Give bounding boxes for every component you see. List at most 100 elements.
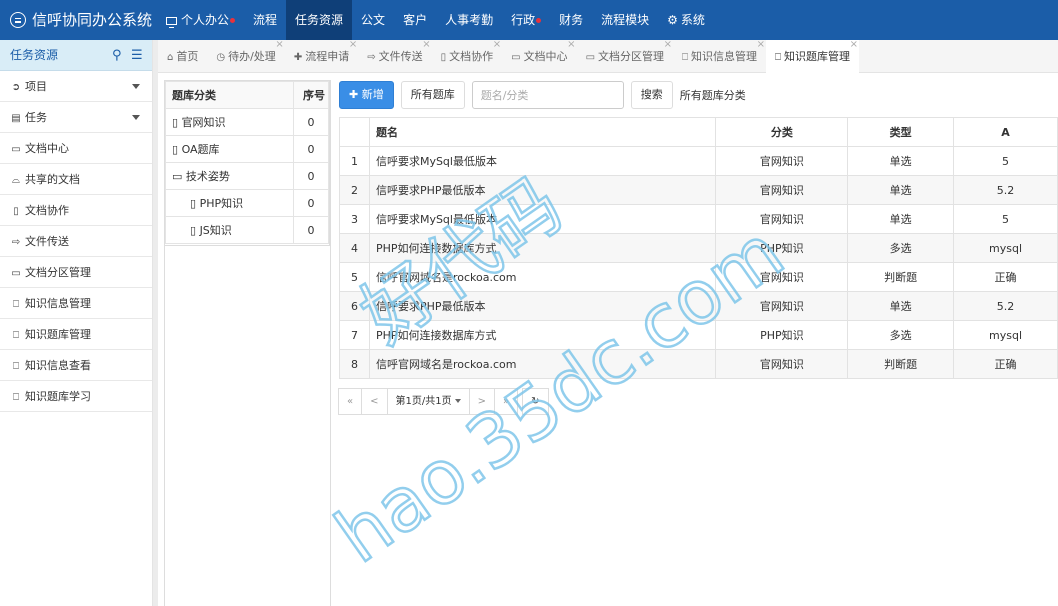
folder-icon: ▭: [11, 144, 21, 155]
sidebar-title: 任务资源: [10, 48, 59, 62]
category-left-border: [164, 246, 165, 606]
nav-item-label: 人事考勤: [445, 13, 494, 27]
all-banks-button[interactable]: 所有题库: [400, 81, 465, 109]
pager-first-button[interactable]: «: [338, 388, 363, 415]
table-row[interactable]: 2 信呼要求PHP最低版本 官网知识 单选 5.2: [339, 175, 1058, 205]
close-icon[interactable]: ×: [493, 28, 501, 61]
close-icon[interactable]: ×: [757, 28, 765, 61]
category-num: 0: [293, 189, 329, 217]
search-button[interactable]: 搜索: [630, 81, 673, 109]
close-icon[interactable]: ×: [349, 28, 357, 61]
close-icon[interactable]: ×: [422, 28, 430, 61]
close-icon[interactable]: ×: [850, 28, 858, 61]
tab-4[interactable]: ▯ 文档协作 ×: [432, 39, 503, 73]
grid-cell: PHP如何连接数据库方式: [368, 320, 717, 350]
close-icon[interactable]: ×: [664, 28, 672, 61]
sidebar-scrollbar[interactable]: [153, 40, 158, 606]
grid-cell: 正确: [953, 349, 1058, 379]
folder-icon: ▭: [511, 52, 521, 63]
table-row[interactable]: 3 信呼要求MySql最低版本 官网知识 单选 5: [339, 204, 1058, 234]
nav-item-6[interactable]: 行政: [502, 0, 550, 40]
pager-prev-button[interactable]: <: [361, 388, 388, 415]
app-brand[interactable]: 信呼协同办公系统: [10, 0, 152, 40]
nav-item-0[interactable]: 个人办公: [157, 0, 244, 40]
table-row[interactable]: 4 PHP如何连接数据库方式 PHP知识 多选 mysql: [339, 233, 1058, 263]
sidebar-item-7[interactable]: ⎕ 知识信息管理: [0, 288, 152, 319]
sidebar-item-1[interactable]: ▤ 任务: [0, 102, 152, 133]
tab-2[interactable]: ✚ 流程申请 ×: [285, 39, 358, 73]
caret-down-icon: [132, 84, 140, 89]
grid-cell: 单选: [847, 204, 955, 234]
tab-label: 流程申请: [305, 50, 350, 63]
nav-item-8[interactable]: 流程模块: [592, 0, 658, 40]
table-row[interactable]: 1 信呼要求MySql最低版本 官网知识 单选 5: [339, 146, 1058, 176]
grid-header-4: A: [953, 117, 1058, 147]
nav-item-3[interactable]: 公文: [352, 0, 394, 40]
tab-label: 文档中心: [523, 50, 568, 63]
tab-label: 待办/处理: [228, 50, 276, 63]
menu-icon[interactable]: ☰: [131, 40, 143, 71]
grid-cell: 1: [339, 146, 370, 176]
grid-cell: 单选: [847, 175, 955, 205]
sidebar-item-8[interactable]: ⎕ 知识题库管理: [0, 319, 152, 350]
folder-icon: ▭: [11, 268, 21, 279]
refresh-icon[interactable]: ↻: [522, 388, 549, 415]
sidebar-item-5[interactable]: ⇨ 文件传送: [0, 226, 152, 257]
grid-header-2: 分类: [715, 117, 849, 147]
table-row[interactable]: 5 信呼官网域名是rockoa.com 官网知识 判断题 正确: [339, 262, 1058, 292]
sidebar-item-label: 共享的文档: [25, 173, 80, 186]
grid-cell: PHP知识: [715, 320, 849, 350]
tab-0[interactable]: ⌂ 首页: [158, 40, 207, 73]
close-icon[interactable]: ×: [567, 28, 575, 61]
category-name-cell: ▯ OA题库: [165, 135, 294, 163]
search-icon[interactable]: ⚲: [112, 40, 122, 71]
tab-8[interactable]: ⎕ 知识题库管理 ×: [766, 39, 860, 73]
caret-down-icon: [132, 115, 140, 120]
grid-cell: 官网知识: [715, 175, 849, 205]
pager-page-select[interactable]: 第1页/共1页: [386, 388, 470, 415]
grid-cell: 信呼要求MySql最低版本: [368, 204, 717, 234]
category-row[interactable]: ▯ PHP知识 0: [165, 189, 329, 217]
nav-item-label: 系统: [680, 13, 705, 27]
share-icon: ⇨: [367, 52, 376, 63]
sidebar-item-9[interactable]: ⎕ 知识信息查看: [0, 350, 152, 381]
sidebar-item-3[interactable]: ⌓ 共享的文档: [0, 164, 152, 195]
table-row[interactable]: 6 信呼要求PHP最低版本 官网知识 单选 5.2: [339, 291, 1058, 321]
pager-last-button[interactable]: »: [494, 388, 519, 415]
nav-item-2[interactable]: 任务资源: [286, 0, 353, 40]
tab-1[interactable]: ◷ 待办/处理 ×: [207, 39, 284, 73]
table-row[interactable]: 8 信呼官网域名是rockoa.com 官网知识 判断题 正确: [339, 349, 1058, 379]
sidebar-header: 任务资源 ⚲ ☰: [0, 40, 152, 71]
sidebar-item-4[interactable]: ▯ 文档协作: [0, 195, 152, 226]
sidebar-item-0[interactable]: ➲ 项目: [0, 71, 152, 102]
file-icon: ▯: [13, 206, 19, 217]
grid-cell: 5: [339, 262, 370, 292]
add-button[interactable]: ✚ 新增: [339, 81, 394, 109]
pager-next-button[interactable]: >: [468, 388, 495, 415]
search-input[interactable]: [471, 81, 624, 109]
category-row[interactable]: ▯ OA题库 0: [165, 135, 329, 163]
category-divider: [330, 80, 331, 606]
table-row[interactable]: 7 PHP如何连接数据库方式 PHP知识 多选 mysql: [339, 320, 1058, 350]
sidebar-item-10[interactable]: ⎕ 知识题库学习: [0, 381, 152, 412]
grid-cell: 信呼要求PHP最低版本: [368, 291, 717, 321]
category-row[interactable]: ▯ JS知识 0: [165, 216, 329, 244]
grid-cell: 5.2: [953, 175, 1058, 205]
nav-item-label: 财务: [559, 13, 584, 27]
tab-5[interactable]: ▭ 文档中心 ×: [502, 39, 576, 73]
notification-dot: [230, 18, 236, 23]
sidebar-item-label: 知识题库管理: [25, 328, 91, 341]
close-icon[interactable]: ×: [275, 28, 283, 61]
tab-7[interactable]: ⎕ 知识信息管理 ×: [673, 39, 766, 73]
category-name: 官网知识: [181, 116, 226, 129]
tab-6[interactable]: ▭ 文档分区管理 ×: [577, 39, 673, 73]
toolbar: ✚ 新增 所有题库 搜索 所有题库分类: [339, 81, 746, 109]
category-row[interactable]: ▯ 官网知识 0: [165, 108, 329, 136]
category-row[interactable]: ▭ 技术姿势 0: [165, 162, 329, 190]
sidebar-item-6[interactable]: ▭ 文档分区管理: [0, 257, 152, 288]
sidebar-item-2[interactable]: ▭ 文档中心: [0, 133, 152, 164]
bookmark-icon: ⎕: [682, 52, 689, 63]
grid-cell: 官网知识: [715, 291, 849, 321]
file-icon: ▯: [172, 143, 182, 156]
tab-3[interactable]: ⇨ 文件传送 ×: [358, 39, 431, 73]
